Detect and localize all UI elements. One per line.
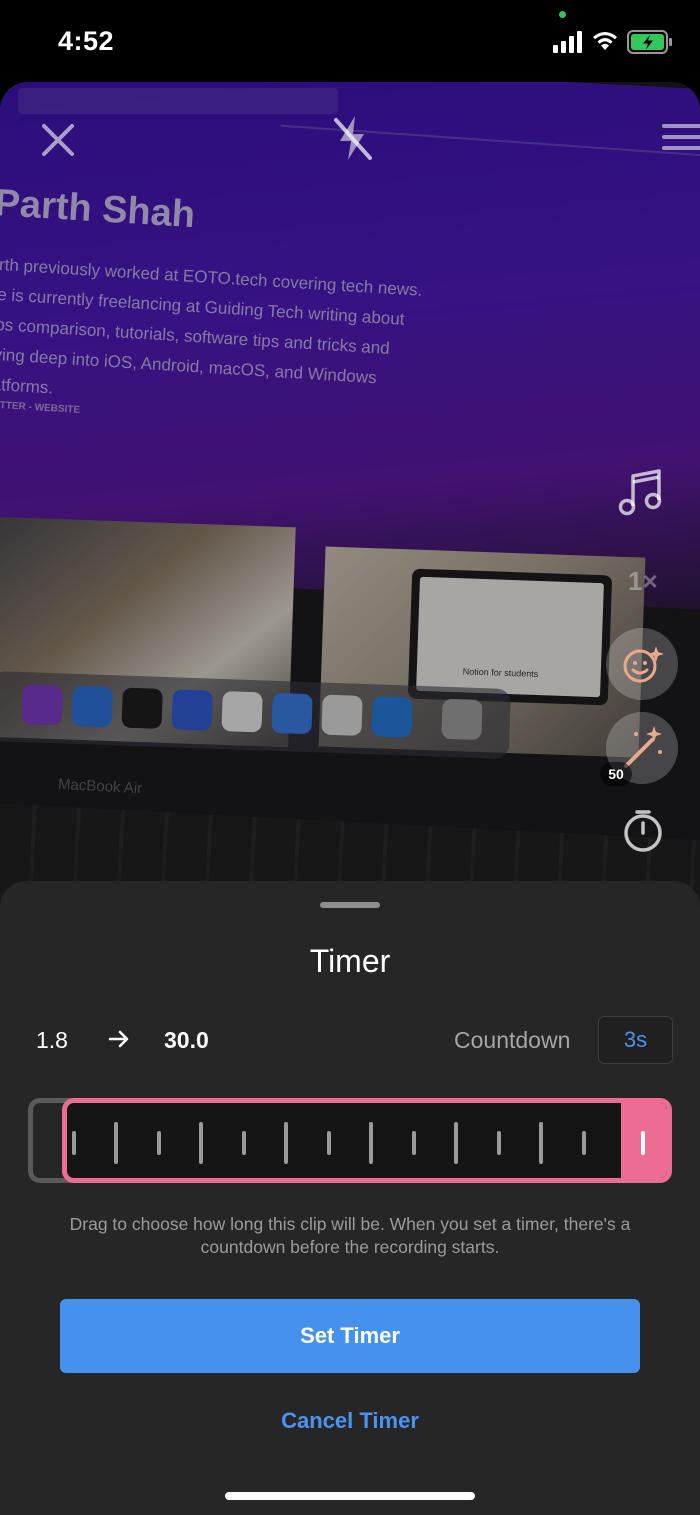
status-time: 4:52 xyxy=(58,26,115,56)
camera-preview[interactable]: Parth Shah rth previously worked at EOTO… xyxy=(0,82,700,912)
set-timer-button[interactable]: Set Timer xyxy=(60,1299,640,1373)
timer-help-text: Drag to choose how long this clip will b… xyxy=(69,1214,631,1257)
flash-off-icon[interactable] xyxy=(328,112,376,164)
slider-tick xyxy=(454,1122,458,1164)
sparkle-face-icon xyxy=(623,646,664,683)
slider-tick xyxy=(412,1131,416,1155)
clip-start-time: 1.8 xyxy=(36,1027,68,1053)
clip-duration-selection[interactable] xyxy=(62,1098,672,1183)
slider-tick xyxy=(582,1131,586,1155)
slider-tick xyxy=(242,1131,246,1155)
timer-stopwatch-icon[interactable] xyxy=(620,808,666,854)
countdown-label: Countdown xyxy=(454,1027,571,1053)
battery-charging-icon xyxy=(627,30,672,54)
wifi-icon xyxy=(593,32,617,50)
handle-grip xyxy=(641,1131,645,1155)
sheet-title: Timer xyxy=(309,943,391,979)
menu-icon[interactable] xyxy=(660,122,700,152)
cancel-timer-button[interactable]: Cancel Timer xyxy=(200,1401,500,1441)
close-icon[interactable] xyxy=(38,120,78,160)
slider-tick xyxy=(157,1131,161,1155)
arrow-right-icon xyxy=(108,1030,129,1048)
slider-tick xyxy=(369,1122,373,1164)
status-bar: 4:52 xyxy=(0,0,700,82)
slider-tick xyxy=(114,1122,118,1164)
sheet-grabber[interactable] xyxy=(320,902,380,908)
effect-count-badge: 50 xyxy=(600,762,632,786)
timer-bottom-sheet: Timer 1.8 30.0 Countdown 3s Drag to choo… xyxy=(0,881,700,1515)
countdown-duration-button[interactable]: 3s xyxy=(598,1016,673,1064)
slider-end-handle[interactable] xyxy=(621,1103,667,1178)
slider-tick xyxy=(327,1131,331,1155)
cellular-signal-icon xyxy=(553,31,582,53)
slider-tick xyxy=(497,1131,501,1155)
home-indicator[interactable] xyxy=(225,1492,475,1500)
slider-tick xyxy=(72,1131,76,1155)
slider-tick xyxy=(539,1122,543,1164)
camera-in-use-indicator xyxy=(559,11,566,18)
speed-label[interactable]: 1× xyxy=(628,566,658,597)
clip-end-time: 30.0 xyxy=(164,1027,209,1053)
music-icon[interactable] xyxy=(617,468,665,518)
slider-tick xyxy=(199,1122,203,1164)
face-effects-button[interactable] xyxy=(606,628,678,700)
slider-tick xyxy=(284,1122,288,1164)
